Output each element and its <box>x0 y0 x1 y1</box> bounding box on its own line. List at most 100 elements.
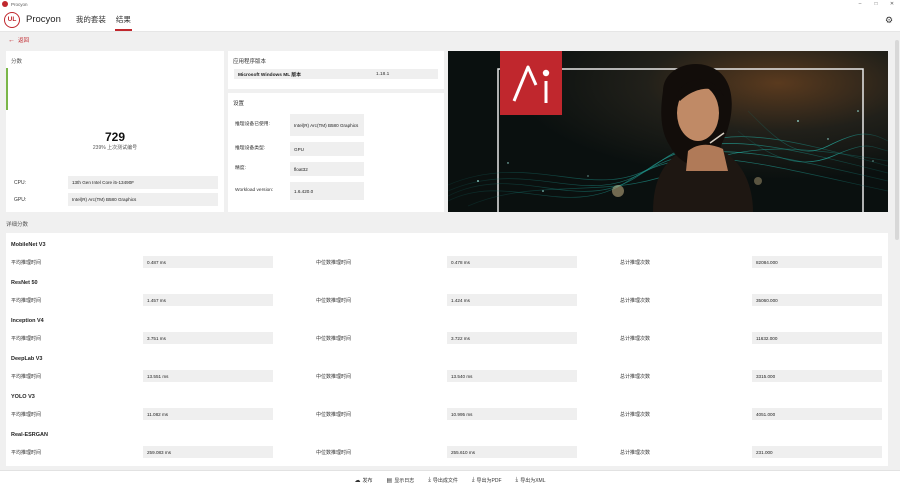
score-value: 729 <box>104 130 126 144</box>
model-name: MobileNet V3 <box>11 242 46 248</box>
gpu-row: GPU: Intel(R) Arc(TM) B580 Graphics <box>14 193 218 206</box>
benchmark-hero-image <box>448 51 888 212</box>
export-xml-label: 导出为XML <box>520 477 546 484</box>
avg-time-label: 平均推理时间 <box>11 449 42 456</box>
window-controls: – □ ✕ <box>852 0 900 8</box>
model-block: YOLO V3 平均推理时间 11.082 ms 中位数推理时间 10.995 … <box>6 385 888 423</box>
xml-icon: ⤓ <box>515 476 519 483</box>
hero-illustration <box>448 51 888 212</box>
cpu-row: CPU: 13th Gen Intel Core i5-13490F <box>14 176 218 189</box>
app-version-card: 应用程序版本 Microsoft Windows ML 版本 1.18.1 <box>228 51 444 89</box>
brand-name: Procyon <box>26 14 61 25</box>
tab-my-suites[interactable]: 我的套装 <box>71 8 111 32</box>
avg-time-label: 平均推理时间 <box>11 411 42 418</box>
model-name: Inception V4 <box>11 318 44 324</box>
median-time-value: 13.540 ms <box>447 370 577 382</box>
setting-key: 精度: <box>235 166 246 171</box>
avg-time-label: 平均推理时间 <box>11 259 42 266</box>
model-name: Real-ESRGAN <box>11 432 48 438</box>
avg-time-value: 11.082 ms <box>143 408 273 420</box>
setting-key: 推理设备已使用: <box>235 122 270 127</box>
model-name: DeepLab V3 <box>11 356 43 362</box>
model-name: YOLO V3 <box>11 394 35 400</box>
model-metrics-row: 平均推理时间 0.487 ms 中位数推理时间 0.478 ms 总计推理次数 … <box>6 256 888 268</box>
details-panel[interactable]: MobileNet V3 平均推理时间 0.487 ms 中位数推理时间 0.4… <box>6 233 888 466</box>
back-link[interactable]: ← 返回 <box>8 36 30 45</box>
model-metrics-row: 平均推理时间 1.457 ms 中位数推理时间 1.424 ms 总计推理次数 … <box>6 294 888 306</box>
close-icon[interactable]: ✕ <box>884 0 900 8</box>
model-metrics-row: 平均推理时间 13.551 ms 中位数推理时间 13.540 ms 总计推理次… <box>6 370 888 382</box>
median-time-value: 3.722 ms <box>447 332 577 344</box>
model-block: Inception V4 平均推理时间 3.751 ms 中位数推理时间 3.7… <box>6 309 888 347</box>
total-count-value: 82084.000 <box>752 256 882 268</box>
score-comparison: 239% 上次测试编号 <box>92 145 138 151</box>
download-icon: ⤓ <box>428 476 431 483</box>
setting-key: Workload version: <box>235 188 274 193</box>
avg-time-value: 13.551 ms <box>143 370 273 382</box>
median-time-value: 255.610 ms <box>447 446 577 458</box>
publish-button[interactable]: ☁ 发布 <box>355 477 373 484</box>
setting-row: 推理设备已使用: Intel(R) Arc(TM) B580 Graphics <box>235 114 364 136</box>
back-label: 返回 <box>18 38 30 44</box>
version-key: Microsoft Windows ML 版本 <box>238 72 302 78</box>
median-time-value: 1.424 ms <box>447 294 577 306</box>
export-pdf-label: 导出为PDF <box>476 477 502 484</box>
avg-time-label: 平均推理时间 <box>11 335 42 342</box>
total-count-label: 总计推理次数 <box>620 411 651 418</box>
score-card: 分数 729 239% 上次测试编号 CPU: 13th Gen Intel C… <box>6 51 224 212</box>
setting-row: 推理设备类型: GPU <box>235 142 364 156</box>
total-count-label: 总计推理次数 <box>620 259 651 266</box>
median-time-value: 10.995 ms <box>447 408 577 420</box>
setting-row: Workload version: 1.6.420.0 <box>235 182 364 200</box>
median-time-label: 中位数推理时间 <box>316 373 352 380</box>
avg-time-label: 平均推理时间 <box>11 297 42 304</box>
total-count-label: 总计推理次数 <box>620 297 651 304</box>
gpu-value: Intel(R) Arc(TM) B580 Graphics <box>68 193 218 206</box>
median-time-label: 中位数推理时间 <box>316 449 352 456</box>
model-block: Real-ESRGAN 平均推理时间 259.083 ms 中位数推理时间 25… <box>6 423 888 461</box>
setting-row: 精度: float32 <box>235 162 364 176</box>
setting-value: 1.6.420.0 <box>290 182 364 200</box>
maximize-icon[interactable]: □ <box>868 0 884 8</box>
tab-results[interactable]: 结果 <box>111 8 136 32</box>
window-title: Procyon <box>11 1 28 7</box>
setting-value: float32 <box>290 162 364 176</box>
model-block: MobileNet V3 平均推理时间 0.487 ms 中位数推理时间 0.4… <box>6 233 888 271</box>
avg-time-value: 3.751 ms <box>143 332 273 344</box>
median-time-label: 中位数推理时间 <box>316 411 352 418</box>
app-header: UL Procyon 我的套装 结果 ⚙ <box>0 8 900 32</box>
version-value: 1.18.1 <box>376 71 390 77</box>
model-metrics-row: 平均推理时间 259.083 ms 中位数推理时间 255.610 ms 总计推… <box>6 446 888 458</box>
model-metrics-row: 平均推理时间 11.082 ms 中位数推理时间 10.995 ms 总计推理次… <box>6 408 888 420</box>
export-pdf-button[interactable]: ⤓ 导出为PDF <box>472 477 502 484</box>
pdf-icon: ⤓ <box>471 476 475 483</box>
export-file-label: 导出成文件 <box>432 477 458 484</box>
cpu-label: CPU: <box>14 179 26 186</box>
gear-icon[interactable]: ⚙ <box>884 15 894 25</box>
details-label: 详细分数 <box>6 222 29 228</box>
show-log-label: 显示日志 <box>394 477 415 484</box>
model-name: ResNet 50 <box>11 280 38 286</box>
app-version-title: 应用程序版本 <box>233 59 267 65</box>
score-label: 分数 <box>11 59 23 65</box>
main-nav: 我的套装 结果 <box>71 8 136 32</box>
settings-card: 设置 推理设备已使用: Intel(R) Arc(TM) B580 Graphi… <box>228 93 444 212</box>
total-count-label: 总计推理次数 <box>620 449 651 456</box>
total-count-value: 35060.000 <box>752 294 882 306</box>
avg-time-value: 259.083 ms <box>143 446 273 458</box>
arrow-left-icon: ← <box>8 36 15 44</box>
minimize-icon[interactable]: – <box>852 0 868 8</box>
avg-time-label: 平均推理时间 <box>11 373 42 380</box>
vertical-scrollbar[interactable] <box>895 40 899 240</box>
total-count-label: 总计推理次数 <box>620 335 651 342</box>
show-log-button[interactable]: ▤ 显示日志 <box>387 477 415 484</box>
export-xml-button[interactable]: ⤓ 导出为XML <box>516 477 546 484</box>
ul-logo-icon: UL <box>4 11 20 28</box>
cloud-upload-icon: ☁ <box>354 477 361 484</box>
median-time-label: 中位数推理时间 <box>316 335 352 342</box>
median-time-label: 中位数推理时间 <box>316 297 352 304</box>
total-count-value: 11632.000 <box>752 332 882 344</box>
model-block: DeepLab V3 平均推理时间 13.551 ms 中位数推理时间 13.5… <box>6 347 888 385</box>
bottom-toolbar: ☁ 发布 ▤ 显示日志 ⤓ 导出成文件 ⤓ 导出为PDF ⤓ 导出为XML <box>0 470 900 489</box>
export-file-button[interactable]: ⤓ 导出成文件 <box>428 477 458 484</box>
